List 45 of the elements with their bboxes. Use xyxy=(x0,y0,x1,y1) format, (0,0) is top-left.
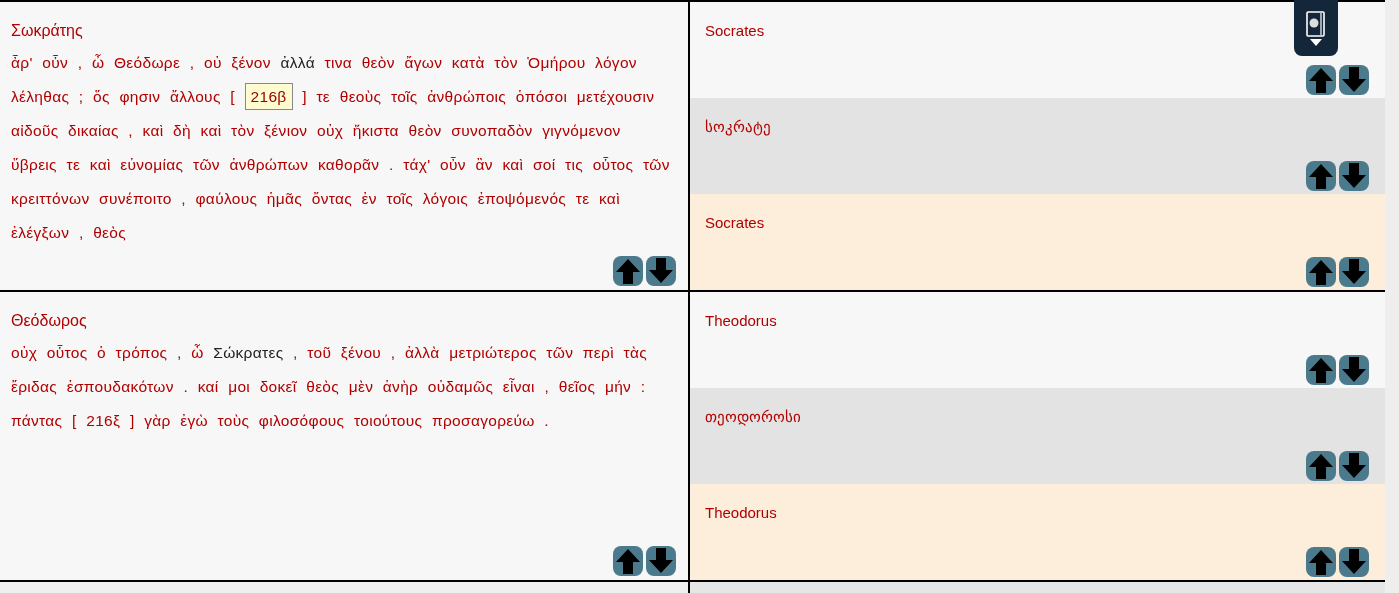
move-down-button[interactable] xyxy=(1339,355,1369,385)
arrow-up-icon xyxy=(1308,163,1334,189)
move-up-button[interactable] xyxy=(1306,65,1336,95)
arrow-down-icon xyxy=(1341,67,1367,93)
arrow-up-icon xyxy=(615,258,641,284)
move-up-button[interactable] xyxy=(1306,161,1336,191)
move-down-button[interactable] xyxy=(646,256,676,286)
speaker-name: თეოდოროსი xyxy=(705,407,801,427)
speaker-name: Socrates xyxy=(705,213,765,233)
speaker-name: Theodorus xyxy=(705,311,777,331)
move-up-button[interactable] xyxy=(613,546,643,576)
greek-passage: οὐχ οὗτος ὁ τρόπος , ὦ Σώκρατες , τοῦ ξένου , ἀλλὰ μετριώτερος τῶν περὶ τὰς ἔριδας ἐσπουδακότων . καί μοι δοκεῖ θεὸς μὲν ἀνὴρ οὐδαμῶς εἶναι , θεῖος μήν : πάντας [ 216ξ ] γὰρ ἐγὼ τοὺς φιλοσόφους τοιούτους προσαγορεύω . xyxy=(11,343,649,431)
arrow-down-icon xyxy=(1341,357,1367,383)
arrow-down-icon xyxy=(648,548,674,574)
arrow-down-icon xyxy=(1341,549,1367,575)
speaker-name: სოკრატე xyxy=(705,117,771,137)
arrow-up-icon xyxy=(615,548,641,574)
speaker-name: Σωκράτης xyxy=(11,21,83,41)
book-menu-button[interactable] xyxy=(1294,0,1338,56)
greek-passage: ἆρ' οὖν , ὦ Θεόδωρε , οὐ ξένον ἀλλά τινα θεὸν ἄγων κατὰ τὸν Ὁμήρου λόγον λέληθας ; ὅς φησιν ἄλλους [ 216β ] τε θεοὺς τοῖς ἀνθρώποις ὁπόσοι μετέχουσιν αἰδοῦς δικαίας , καὶ δὴ καὶ τὸν ξένιον οὐχ ἥκιστα θεὸν συνοπαδὸν γιγνόμενον ὕβρεις τε καὶ εὐνομίας τῶν ἀνθρώπων καθορᾶν . τάχ' οὖν ἂν καὶ σοί τις οὗτος τῶν κρειττόνων συνέποιτο , φαύλους ἡμᾶς ὄντας ἐν τοῖς λόγοις ἐποψόμενός τε καὶ ἐλέγξων , θεὸς xyxy=(11,53,671,243)
arrow-up-icon xyxy=(1308,357,1334,383)
arrow-down-icon xyxy=(648,258,674,284)
move-up-button[interactable] xyxy=(1306,355,1336,385)
speaker-name: Socrates xyxy=(705,21,765,41)
move-down-button[interactable] xyxy=(1339,547,1369,577)
move-up-button[interactable] xyxy=(1306,257,1336,287)
arrow-down-icon xyxy=(1341,163,1367,189)
speaker-name: Θεόδωρος xyxy=(11,311,87,331)
speaker-name: Theodorus xyxy=(705,503,777,523)
arrow-down-icon xyxy=(1341,453,1367,479)
move-down-button[interactable] xyxy=(646,546,676,576)
move-up-button[interactable] xyxy=(613,256,643,286)
move-down-button[interactable] xyxy=(1339,65,1369,95)
move-down-button[interactable] xyxy=(1339,161,1369,191)
caret-icon xyxy=(1310,38,1322,46)
arrow-up-icon xyxy=(1308,259,1334,285)
arrow-up-icon xyxy=(1308,67,1334,93)
arrow-down-icon xyxy=(1341,259,1367,285)
arrow-up-icon xyxy=(1308,453,1334,479)
book-icon xyxy=(1306,10,1326,37)
move-up-button[interactable] xyxy=(1306,547,1336,577)
move-up-button[interactable] xyxy=(1306,451,1336,481)
arrow-up-icon xyxy=(1308,549,1334,575)
move-down-button[interactable] xyxy=(1339,451,1369,481)
move-down-button[interactable] xyxy=(1339,257,1369,287)
